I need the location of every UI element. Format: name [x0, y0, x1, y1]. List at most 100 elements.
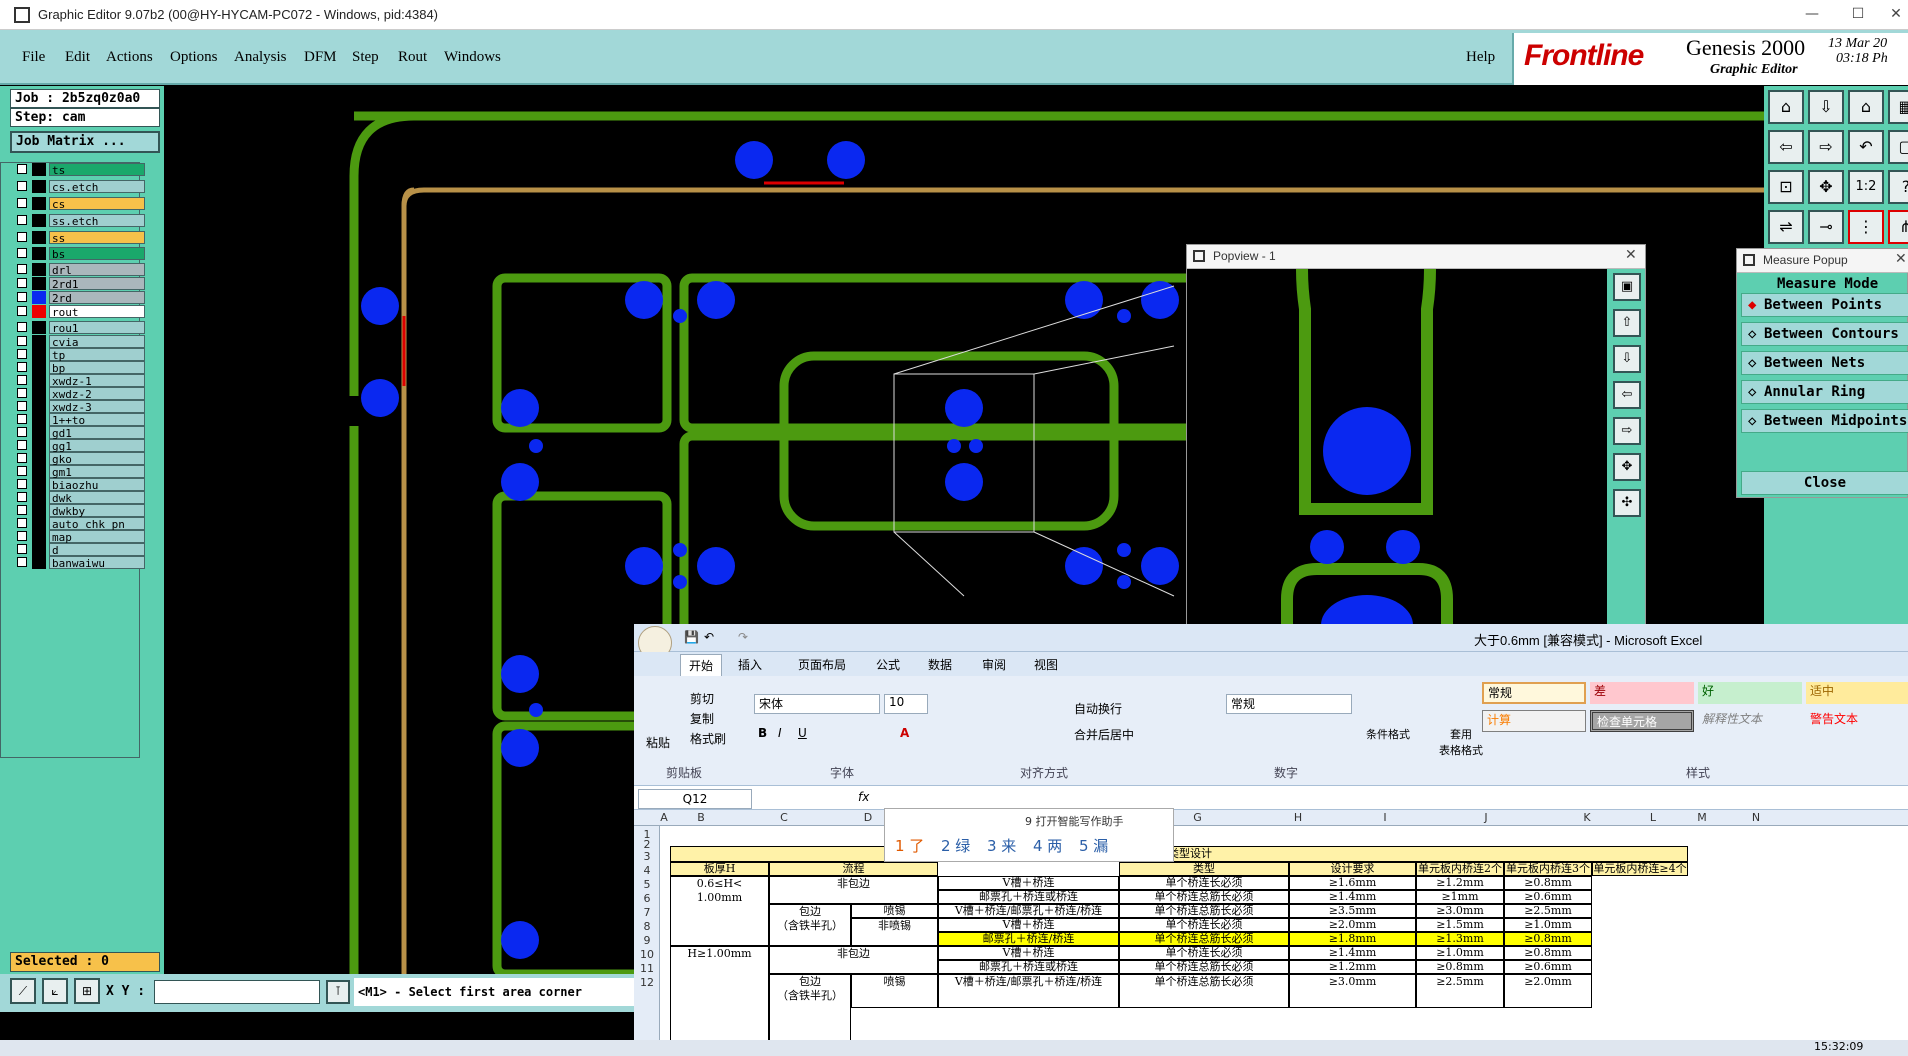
ime-candidate-4[interactable]: 4 两	[1033, 835, 1062, 856]
column-header[interactable]: A	[660, 811, 668, 824]
table-header[interactable]: 单元板内桥连3个	[1504, 862, 1592, 876]
layer-checkbox[interactable]	[17, 362, 27, 372]
layer-checkbox[interactable]	[17, 181, 27, 191]
column-header[interactable]: H	[1256, 811, 1340, 824]
row-header[interactable]: 10	[636, 948, 658, 961]
cell-bridge-2[interactable]: ≥1.4mm	[1289, 890, 1416, 904]
layer-row[interactable]: xwdz-1	[15, 374, 145, 388]
popview-close-icon[interactable]: ✕	[1625, 247, 1637, 263]
job-matrix-button[interactable]: Job Matrix ...	[10, 131, 160, 153]
cell-bridge-3[interactable]: ≥0.8mm	[1416, 960, 1504, 974]
layer-row[interactable]: 2rd1	[15, 277, 145, 291]
layer-row[interactable]: cs	[15, 197, 145, 211]
layer-checkbox[interactable]	[17, 322, 27, 332]
close-button[interactable]: ✕	[1884, 4, 1908, 24]
column-header[interactable]: L	[1632, 811, 1674, 824]
layer-checkbox[interactable]	[17, 215, 27, 225]
cell-bridge-3[interactable]: ≥1.2mm	[1416, 876, 1504, 890]
xy-apply-icon[interactable]: ⊺	[326, 980, 350, 1004]
mode-between-contours[interactable]: ◇ Between Contours	[1741, 322, 1908, 346]
cell-type[interactable]: V槽＋桥连/邮票孔＋桥连/桥连	[938, 974, 1119, 1008]
tool-right-icon[interactable]: ⇨	[1808, 130, 1844, 164]
tool-zoom-icon[interactable]: ✥	[1808, 170, 1844, 204]
layer-row[interactable]: auto_chk_pn	[15, 517, 145, 531]
cell-bridge-2[interactable]: ≥3.5mm	[1289, 904, 1416, 918]
ime-candidate-1[interactable]: 1 了	[895, 835, 924, 856]
table-header[interactable]: 板厚H	[670, 862, 769, 876]
layer-row[interactable]: xwdz-2	[15, 387, 145, 401]
measure-close-button[interactable]: Close	[1741, 471, 1908, 495]
snap-icon[interactable]: ⟋	[10, 978, 36, 1004]
layer-row[interactable]: xwdz-3	[15, 400, 145, 414]
cell-bridge-2[interactable]: ≥1.8mm	[1289, 932, 1416, 946]
row-header[interactable]: 3	[636, 850, 658, 863]
ime-candidate-5[interactable]: 5 漏	[1079, 835, 1108, 856]
layer-row[interactable]: ts	[15, 163, 145, 177]
tool-grid-icon[interactable]: ▦	[1888, 90, 1908, 124]
menu-windows[interactable]: Windows	[444, 49, 501, 66]
layer-checkbox[interactable]	[17, 479, 27, 489]
maximize-button[interactable]: ☐	[1846, 4, 1870, 24]
menu-options[interactable]: Options	[170, 49, 218, 66]
layer-checkbox[interactable]	[17, 375, 27, 385]
cell-type[interactable]: V槽＋桥连	[938, 918, 1119, 932]
tool-help-icon[interactable]: ?	[1888, 170, 1908, 204]
menu-file[interactable]: File	[22, 49, 45, 66]
table-title[interactable]: 桥连类型设计	[670, 846, 1688, 862]
layer-checkbox[interactable]	[17, 349, 27, 359]
cell-type[interactable]: 邮票孔＋桥连或桥连	[938, 960, 1119, 974]
cell-sub[interactable]: 非喷锡	[851, 918, 938, 946]
cell-flow[interactable]: 非包边	[769, 876, 938, 904]
cell-bridge-3[interactable]: ≥3.0mm	[1416, 904, 1504, 918]
pop-down-icon[interactable]: ⇩	[1613, 345, 1641, 373]
layer-row[interactable]: bs	[15, 247, 145, 261]
ime-candidate-2[interactable]: 2 绿	[941, 835, 970, 856]
layer-checkbox[interactable]	[17, 232, 27, 242]
measure-close-icon[interactable]: ✕	[1895, 251, 1907, 267]
pop-up-icon[interactable]: ⇧	[1613, 309, 1641, 337]
menu-actions[interactable]: Actions	[106, 49, 153, 66]
layer-checkbox[interactable]	[17, 306, 27, 316]
column-header[interactable]: B	[668, 811, 734, 824]
tool-fit-icon[interactable]: ⊡	[1768, 170, 1804, 204]
cell-bridge-4[interactable]: ≥0.6mm	[1504, 890, 1592, 904]
table-header[interactable]: 单元板内桥连≥4个	[1592, 862, 1688, 876]
menu-edit[interactable]: Edit	[65, 49, 90, 66]
column-header[interactable]: I	[1340, 811, 1430, 824]
column-header[interactable]: C	[734, 811, 834, 824]
cell-bridge-2[interactable]: ≥1.4mm	[1289, 946, 1416, 960]
mode-between-midpoints[interactable]: ◇ Between Midpoints	[1741, 409, 1908, 433]
row-header[interactable]: 9	[636, 934, 658, 947]
column-header[interactable]: M	[1674, 811, 1730, 824]
cell-bridge-4[interactable]: ≥2.5mm	[1504, 904, 1592, 918]
layer-row[interactable]: cs.etch	[15, 180, 145, 194]
minimize-button[interactable]: —	[1800, 4, 1824, 24]
cell-thickness[interactable]: 0.6≤H< 1.00mm	[670, 876, 769, 946]
tool-home-icon[interactable]: ⌂	[1768, 90, 1804, 124]
row-header[interactable]: 5	[636, 878, 658, 891]
popview-canvas[interactable]	[1187, 269, 1607, 625]
layer-checkbox[interactable]	[17, 453, 27, 463]
ime-candidate-3[interactable]: 3 来	[987, 835, 1016, 856]
pop-zoomout-icon[interactable]: ✣	[1613, 489, 1641, 517]
menu-help[interactable]: Help	[1466, 49, 1495, 66]
layer-row[interactable]: 2rd	[15, 291, 145, 305]
pop-left-icon[interactable]: ⇦	[1613, 381, 1641, 409]
tool-link-icon[interactable]: ⋔	[1888, 210, 1908, 244]
layer-row[interactable]: dwk	[15, 491, 145, 505]
layer-checkbox[interactable]	[17, 292, 27, 302]
cell-type[interactable]: V槽＋桥连	[938, 876, 1119, 890]
layer-row[interactable]: drl	[15, 263, 145, 277]
cell-requirement[interactable]: 单个桥连总筋长必须	[1119, 890, 1289, 904]
layer-checkbox[interactable]	[17, 248, 27, 258]
cell-bridge-4[interactable]: ≥0.8mm	[1504, 932, 1592, 946]
mode-between-points[interactable]: ◆ Between Points	[1741, 293, 1908, 317]
cell-bridge-3[interactable]: ≥1.0mm	[1416, 946, 1504, 960]
menu-analysis[interactable]: Analysis	[234, 49, 287, 66]
tool-scale-icon[interactable]: 1:2	[1848, 170, 1884, 204]
cell-requirement[interactable]: 单个桥连长必须	[1119, 876, 1289, 890]
cell-thickness[interactable]: H≥1.00mm	[670, 946, 769, 1044]
layer-checkbox[interactable]	[17, 164, 27, 174]
cell-requirement[interactable]: 单个桥连总筋长必须	[1119, 960, 1289, 974]
layer-checkbox[interactable]	[17, 505, 27, 515]
